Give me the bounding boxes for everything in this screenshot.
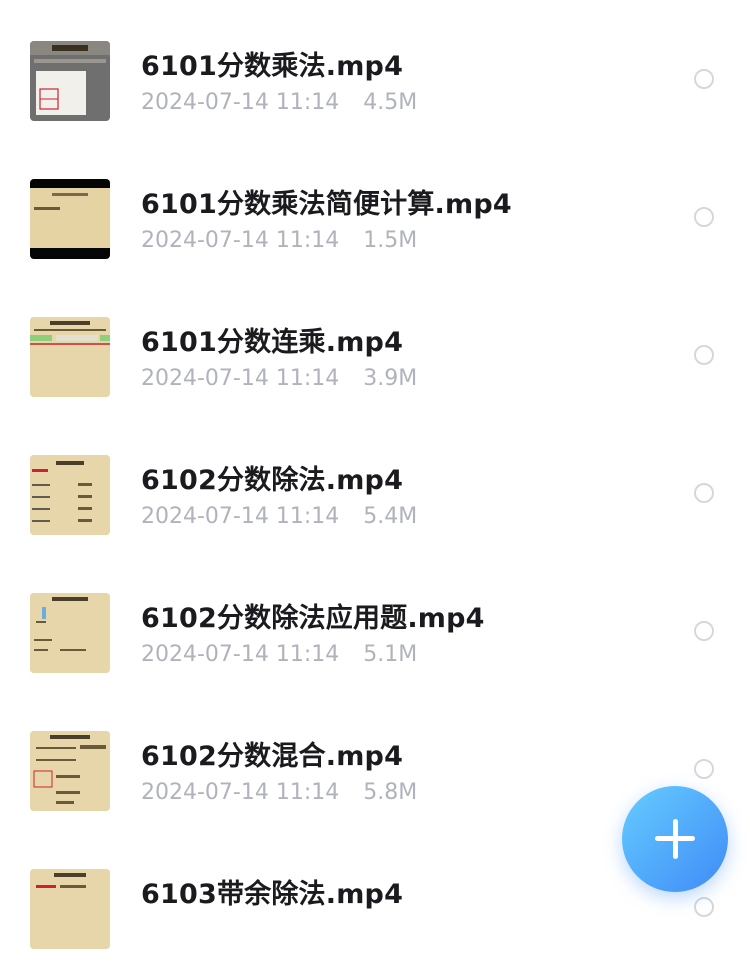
file-size: 5.1M xyxy=(363,642,418,667)
video-thumbnail xyxy=(30,869,110,949)
file-list: 6101分数乘法.mp4 2024-07-14 11:14 4.5M 6101分数… xyxy=(0,0,750,949)
file-size: 1.5M xyxy=(363,228,418,253)
plus-icon xyxy=(673,819,678,859)
add-button[interactable] xyxy=(622,786,728,892)
file-name: 6101分数连乘.mp4 xyxy=(141,327,404,358)
file-meta xyxy=(141,918,165,943)
file-name: 6102分数混合.mp4 xyxy=(141,741,404,772)
video-thumbnail xyxy=(30,41,110,121)
file-row[interactable]: 6101分数乘法简便计算.mp4 2024-07-14 11:14 1.5M xyxy=(0,138,750,276)
file-name: 6103带余除法.mp4 xyxy=(141,879,404,910)
file-size: 5.4M xyxy=(363,504,418,529)
file-date: 2024-07-14 11:14 xyxy=(141,228,340,253)
file-date: 2024-07-14 11:14 xyxy=(141,366,340,391)
video-thumbnail xyxy=(30,179,110,259)
select-radio[interactable] xyxy=(694,621,714,641)
video-thumbnail xyxy=(30,731,110,811)
file-row[interactable]: 6102分数除法.mp4 2024-07-14 11:14 5.4M xyxy=(0,414,750,552)
file-date: 2024-07-14 11:14 xyxy=(141,90,340,115)
select-radio[interactable] xyxy=(694,207,714,227)
file-row[interactable]: 6101分数乘法.mp4 2024-07-14 11:14 4.5M xyxy=(0,0,750,138)
file-date: 2024-07-14 11:14 xyxy=(141,642,340,667)
file-size: 3.9M xyxy=(363,366,418,391)
file-row[interactable]: 6102分数除法应用题.mp4 2024-07-14 11:14 5.1M xyxy=(0,552,750,690)
video-thumbnail xyxy=(30,317,110,397)
file-size: 5.8M xyxy=(363,780,418,805)
file-meta: 2024-07-14 11:14 3.9M xyxy=(141,366,417,391)
file-meta: 2024-07-14 11:14 5.8M xyxy=(141,780,417,805)
select-radio[interactable] xyxy=(694,345,714,365)
file-name: 6102分数除法.mp4 xyxy=(141,465,404,496)
file-date: 2024-07-14 11:14 xyxy=(141,780,340,805)
select-radio[interactable] xyxy=(694,759,714,779)
file-date: 2024-07-14 11:14 xyxy=(141,504,340,529)
file-name: 6101分数乘法.mp4 xyxy=(141,51,404,82)
video-thumbnail xyxy=(30,593,110,673)
file-meta: 2024-07-14 11:14 4.5M xyxy=(141,90,417,115)
file-meta: 2024-07-14 11:14 5.4M xyxy=(141,504,417,529)
file-meta: 2024-07-14 11:14 1.5M xyxy=(141,228,417,253)
file-name: 6101分数乘法简便计算.mp4 xyxy=(141,189,512,220)
video-thumbnail xyxy=(30,455,110,535)
file-name: 6102分数除法应用题.mp4 xyxy=(141,603,485,634)
select-radio[interactable] xyxy=(694,483,714,503)
file-meta: 2024-07-14 11:14 5.1M xyxy=(141,642,417,667)
select-radio[interactable] xyxy=(694,69,714,89)
file-row[interactable]: 6101分数连乘.mp4 2024-07-14 11:14 3.9M xyxy=(0,276,750,414)
select-radio[interactable] xyxy=(694,897,714,917)
file-size: 4.5M xyxy=(363,90,418,115)
